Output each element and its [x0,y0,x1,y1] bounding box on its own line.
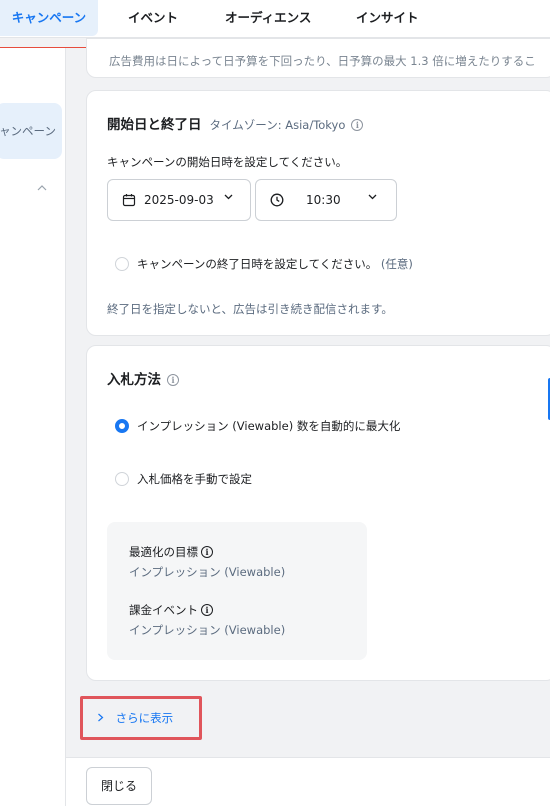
start-date-value: 2025-09-03 [144,193,214,207]
top-nav: キャンペーン イベント オーディエンス インサイト [0,0,550,38]
main-content: 広告費用は日によって日予算を下回ったり、日予算の最大 1.3 倍に増えたりするこ… [66,38,550,806]
timezone-label: タイムゾーン: Asia/Tokyo [209,118,346,132]
start-time-picker[interactable]: 10:30 [255,179,397,221]
bid-title: 入札方法 i [107,368,179,388]
show-more-label: さらに表示 [115,711,174,725]
optimization-goal-label: 最適化の目標 i [129,544,213,560]
end-date-radio[interactable] [115,257,129,271]
info-icon[interactable]: i [351,119,364,131]
manual-bid-radio[interactable] [115,472,129,486]
budget-note: 広告費用は日によって日予算を下回ったり、日予算の最大 1.3 倍に増えたりするこ [109,54,536,68]
clock-icon [270,193,284,207]
tab-events[interactable]: イベント [128,0,178,36]
end-date-option[interactable]: キャンペーンの終了日時を設定してください。 (任意) [137,256,413,272]
auto-bid-option[interactable]: インプレッション (Viewable) 数を自動的に最大化 [137,418,400,434]
end-date-option-label: キャンペーンの終了日時を設定してください。 [137,257,378,271]
info-icon[interactable]: i [201,604,213,616]
footer-bar: 閉じる [66,757,550,806]
bid-title-text: 入札方法 [107,372,161,388]
chevron-up-icon[interactable] [37,184,47,195]
billing-event-label: 課金イベント i [129,602,213,618]
billing-event-value: インプレッション (Viewable) [129,623,286,637]
bid-strategy-card: 入札方法 i インプレッション (Viewable) 数を自動的に最大化 入札価格… [86,345,550,681]
optimization-goal-label-text: 最適化の目標 [129,545,198,559]
start-date-picker[interactable]: 2025-09-03 [107,179,251,221]
schedule-title-text: 開始日と終了日 [107,117,202,133]
tab-insights[interactable]: インサイト [356,0,419,36]
optimization-summary: 最適化の目標 i インプレッション (Viewable) 課金イベント i インプレ… [107,522,367,660]
end-date-note: 終了日を指定しないと、広告は引き続き配信されます。 [107,302,393,316]
start-prompt: キャンペーンの開始日時を設定してください。 [107,155,348,169]
chevron-right-icon [97,711,108,725]
chevron-down-icon [368,193,377,203]
info-icon[interactable]: i [167,374,179,386]
billing-event-label-text: 課金イベント [129,603,198,617]
schedule-title: 開始日と終了日 タイムゾーン: Asia/Tokyo i [107,113,364,133]
optional-label: (任意) [380,257,413,271]
manual-bid-option[interactable]: 入札価格を手動で設定 [137,471,252,487]
info-icon[interactable]: i [201,546,213,558]
sidebar: ャンペーン [0,48,66,806]
optimization-goal-value: インプレッション (Viewable) [129,565,286,579]
chevron-down-icon [224,193,233,203]
tab-campaign[interactable]: キャンペーン [0,0,98,36]
schedule-card: 開始日と終了日 タイムゾーン: Asia/Tokyo i キャンペーンの開始日時を設… [86,90,550,336]
show-more-button[interactable]: さらに表示 [80,696,202,740]
tab-audience[interactable]: オーディエンス [225,0,311,36]
start-time-value: 10:30 [306,193,341,207]
calendar-icon [122,193,136,207]
close-button[interactable]: 閉じる [86,767,152,805]
auto-bid-radio[interactable] [115,419,129,433]
sidebar-item-campaign[interactable]: ャンペーン [0,103,62,159]
budget-card: 広告費用は日によって日予算を下回ったり、日予算の最大 1.3 倍に増えたりするこ [86,38,550,78]
